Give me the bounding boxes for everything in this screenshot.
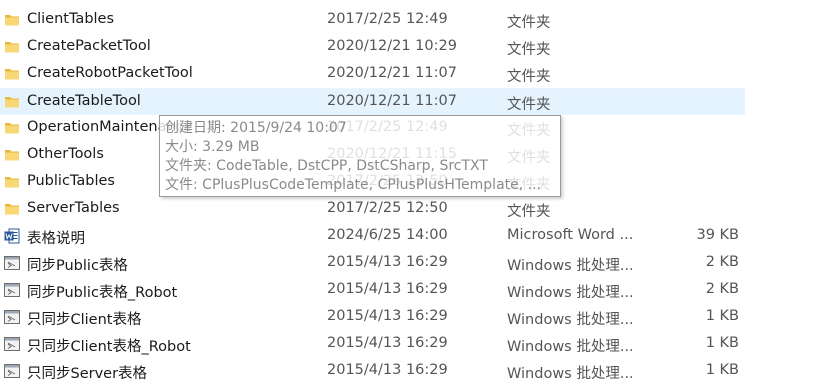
folder-icon: [4, 201, 20, 217]
file-row[interactable]: 同步Public表格 2015/4/13 16:29 Windows 批处理... 2…: [0, 250, 745, 277]
folder-icon: [4, 66, 20, 82]
file-type: Windows 批处理...: [507, 366, 634, 382]
file-modified-date: 2015/4/13 16:29: [327, 281, 448, 297]
file-type: 文件夹: [507, 97, 551, 113]
file-row[interactable]: 表格说明 2024/6/25 14:00 Microsoft Word ... 39 …: [0, 223, 745, 250]
file-modified-date: 2017/2/25 12:49: [327, 11, 448, 27]
file-type: 文件夹: [507, 15, 551, 31]
folder-icon: [4, 120, 20, 136]
tooltip-created-date: 创建日期: 2015/9/24 10:07: [165, 120, 347, 136]
folder-info-tooltip: 创建日期: 2015/9/24 10:07 大小: 3.29 MB 文件夹: C…: [159, 115, 561, 197]
file-modified-date: 2015/4/13 16:29: [327, 308, 448, 324]
tooltip-folders: 文件夹: CodeTable, DstCPP, DstCSharp, SrcTX…: [165, 158, 488, 174]
file-type: 文件夹: [507, 69, 551, 85]
file-name: CreatePacketTool: [27, 38, 151, 54]
file-modified-date: 2015/4/13 16:29: [327, 254, 448, 270]
folder-icon: [4, 12, 20, 28]
file-name: 同步Public表格_Robot: [27, 285, 178, 301]
file-name: OtherTools: [27, 146, 104, 162]
file-name: 只同步Client表格_Robot: [27, 339, 191, 355]
folder-icon: [4, 39, 20, 55]
file-modified-date: 2015/4/13 16:29: [327, 335, 448, 351]
file-name: 只同步Client表格: [27, 312, 142, 328]
file-row[interactable]: ServerTables 2017/2/25 12:50 文件夹: [0, 196, 745, 223]
file-row[interactable]: CreatePacketTool 2020/12/21 10:29 文件夹: [0, 34, 745, 61]
file-name: 同步Public表格: [27, 258, 128, 274]
file-type: Windows 批处理...: [507, 258, 634, 274]
word-document-icon: [4, 228, 20, 244]
file-type: Windows 批处理...: [507, 339, 634, 355]
file-name: 只同步Server表格: [27, 366, 148, 382]
file-row[interactable]: 只同步Server表格 2015/4/13 16:29 Windows 批处理...…: [0, 358, 745, 385]
file-name: 表格说明: [27, 231, 85, 247]
file-size: 2 KB: [705, 254, 739, 270]
batch-file-icon: [4, 282, 20, 298]
folder-icon: [4, 94, 20, 110]
file-size: 1 KB: [705, 335, 739, 351]
file-modified-date: 2020/12/21 10:29: [327, 38, 457, 54]
file-type: Microsoft Word ...: [507, 227, 634, 243]
batch-file-icon: [4, 363, 20, 379]
tooltip-files: 文件: CPlusPlusCodeTemplate, CPlusPlusHTem…: [165, 177, 541, 193]
file-size: 1 KB: [705, 308, 739, 324]
folder-icon: [4, 147, 20, 163]
file-row[interactable]: 只同步Client表格 2015/4/13 16:29 Windows 批处理...…: [0, 304, 745, 331]
file-row[interactable]: CreateTableTool 2020/12/21 11:07 文件夹: [0, 88, 745, 115]
file-modified-date: 2015/4/13 16:29: [327, 362, 448, 378]
batch-file-icon: [4, 336, 20, 352]
file-row[interactable]: CreateRobotPacketTool 2020/12/21 11:07 文件夹: [0, 61, 745, 88]
file-size: 39 KB: [696, 227, 739, 243]
file-size: 1 KB: [705, 362, 739, 378]
file-modified-date: 2020/12/21 11:07: [327, 65, 457, 81]
file-name: ServerTables: [27, 200, 120, 216]
file-row[interactable]: ClientTables 2017/2/25 12:49 文件夹: [0, 7, 745, 34]
folder-icon: [4, 174, 20, 190]
file-type: 文件夹: [507, 204, 551, 220]
file-modified-date: 2024/6/25 14:00: [327, 227, 448, 243]
file-type: Windows 批处理...: [507, 285, 634, 301]
batch-file-icon: [4, 255, 20, 271]
file-name: PublicTables: [27, 173, 115, 189]
file-row[interactable]: 只同步Client表格_Robot 2015/4/13 16:29 Windows …: [0, 331, 745, 358]
batch-file-icon: [4, 309, 20, 325]
file-name: ClientTables: [27, 11, 115, 27]
file-type: Windows 批处理...: [507, 312, 634, 328]
file-row[interactable]: 同步Public表格_Robot 2015/4/13 16:29 Windows 批…: [0, 277, 745, 304]
file-modified-date: 2020/12/21 11:07: [327, 93, 457, 109]
file-modified-date: 2017/2/25 12:50: [327, 200, 448, 216]
file-name: CreateRobotPacketTool: [27, 65, 193, 81]
file-type: 文件夹: [507, 42, 551, 58]
tooltip-size: 大小: 3.29 MB: [165, 139, 260, 155]
file-name: CreateTableTool: [27, 93, 141, 109]
file-size: 2 KB: [705, 281, 739, 297]
